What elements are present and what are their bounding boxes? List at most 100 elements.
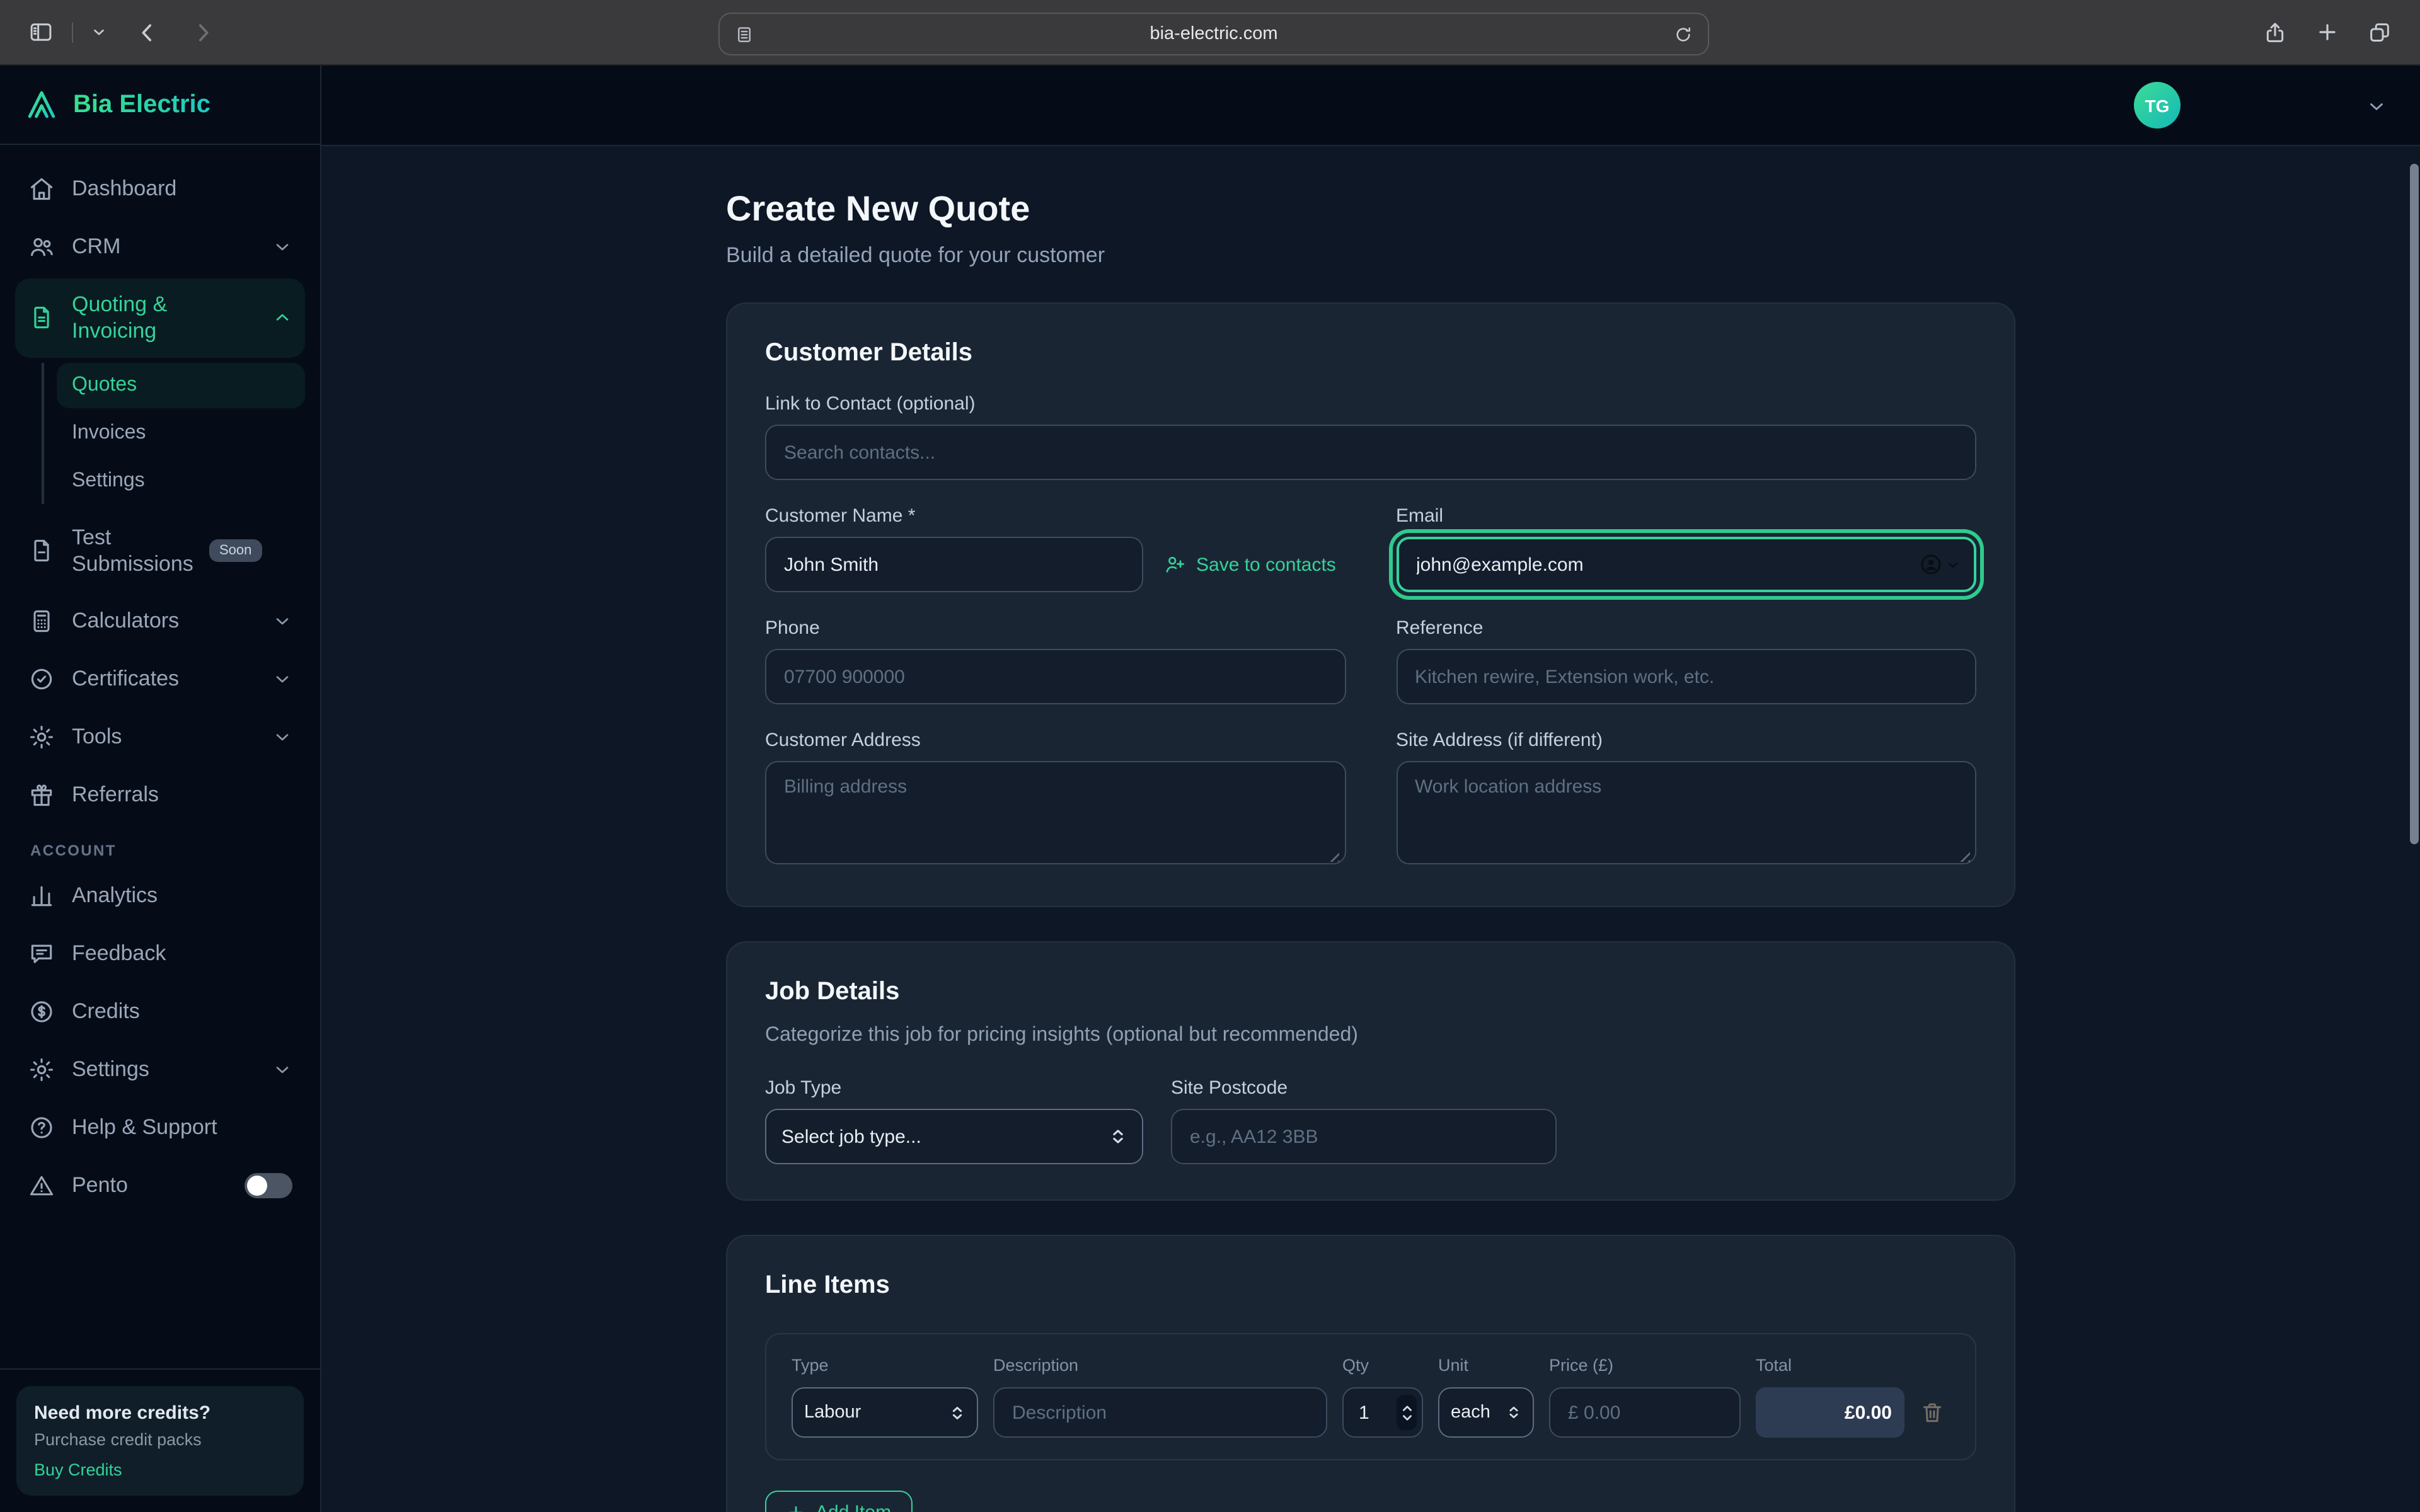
select-chevrons-icon <box>949 1404 965 1421</box>
submenu-item-quotes[interactable]: Quotes <box>57 362 305 408</box>
trash-icon[interactable] <box>1920 1400 1950 1425</box>
page-icon[interactable] <box>735 25 754 43</box>
chevron-down-icon <box>272 611 292 631</box>
job-type-select[interactable]: Select job type... <box>765 1109 1143 1164</box>
save-to-contacts-link[interactable]: Save to contacts <box>1163 553 1336 576</box>
col-total: Total <box>1756 1356 1904 1375</box>
link-contact-label: Link to Contact (optional) <box>765 393 1976 415</box>
sidebar-item-certificates[interactable]: Certificates <box>15 653 305 706</box>
new-tab-icon[interactable] <box>2315 20 2339 44</box>
gear-icon <box>28 723 55 751</box>
customer-address-textarea[interactable] <box>765 761 1345 864</box>
chevron-up-icon <box>272 308 292 328</box>
col-description: Description <box>993 1356 1327 1375</box>
chevron-down-icon <box>272 727 292 747</box>
user-plus-icon <box>1163 553 1186 576</box>
credits-box: Need more credits? Purchase credit packs… <box>16 1386 304 1496</box>
sidebar-item-test-submissions[interactable]: Test Submissions Soon <box>15 511 305 590</box>
customer-details-card: Customer Details Link to Contact (option… <box>726 302 2015 907</box>
sidebar-item-credits[interactable]: Credits <box>15 985 305 1038</box>
page-subtitle: Build a detailed quote for your customer <box>726 243 2015 268</box>
credits-title: Need more credits? <box>34 1402 286 1424</box>
site-address-textarea[interactable] <box>1396 761 1976 864</box>
message-icon <box>28 940 55 968</box>
item-total: £0.00 <box>1756 1387 1904 1438</box>
submenu-item-settings[interactable]: Settings <box>57 458 305 503</box>
site-postcode-label: Site Postcode <box>1171 1077 1557 1099</box>
page-title: Create New Quote <box>726 189 2015 229</box>
reload-icon[interactable] <box>1674 25 1693 43</box>
qty-stepper[interactable] <box>1397 1395 1417 1430</box>
warning-icon <box>28 1172 55 1200</box>
help-icon <box>28 1114 55 1142</box>
contact-autofill-icon[interactable] <box>1918 552 1960 577</box>
sidebar-item-pento[interactable]: Pento <box>15 1159 305 1212</box>
reference-input[interactable] <box>1396 649 1976 704</box>
scrollbar-thumb[interactable] <box>2410 164 2419 844</box>
sidebar-item-help-support[interactable]: Help & Support <box>15 1101 305 1154</box>
credits-subtitle: Purchase credit packs <box>34 1430 286 1449</box>
chevron-down-icon[interactable] <box>91 24 107 40</box>
line-items-heading: Line Items <box>765 1271 1976 1300</box>
chevron-down-icon[interactable] <box>2366 96 2387 117</box>
col-type: Type <box>792 1356 978 1375</box>
submenu-item-invoices[interactable]: Invoices <box>57 410 305 455</box>
email-input[interactable] <box>1396 537 1976 592</box>
chevron-down-icon <box>272 237 292 257</box>
buy-credits-link[interactable]: Buy Credits <box>34 1460 286 1479</box>
customer-address-label: Customer Address <box>765 730 1345 751</box>
customer-name-input[interactable] <box>765 537 1143 592</box>
item-description-input[interactable] <box>993 1387 1327 1438</box>
col-unit: Unit <box>1438 1356 1534 1375</box>
plus-icon <box>786 1503 805 1512</box>
credits-footer: Need more credits? Purchase credit packs… <box>0 1368 320 1512</box>
brand[interactable]: Bia Electric <box>0 66 320 145</box>
tabs-icon[interactable] <box>2367 20 2392 45</box>
item-unit-select[interactable]: each <box>1438 1387 1534 1438</box>
add-item-button[interactable]: Add Item <box>765 1491 913 1512</box>
job-details-heading: Job Details <box>765 978 1976 1007</box>
sidebar-item-tools[interactable]: Tools <box>15 711 305 764</box>
job-details-subtitle: Categorize this job for pricing insights… <box>765 1024 1976 1047</box>
sidebar-item-settings[interactable]: Settings <box>15 1043 305 1096</box>
customer-details-heading: Customer Details <box>765 339 1976 368</box>
sidebar-panel-icon[interactable] <box>28 19 54 45</box>
back-icon[interactable] <box>135 20 160 45</box>
item-type-select[interactable]: Labour <box>792 1387 978 1438</box>
pento-toggle[interactable] <box>245 1173 292 1198</box>
topbar: TG <box>321 66 2420 146</box>
home-icon <box>28 175 55 203</box>
item-price-input[interactable] <box>1549 1387 1741 1438</box>
reference-label: Reference <box>1396 617 1976 639</box>
calculator-icon <box>28 607 55 635</box>
line-items-card: Line Items Type Description Qty Unit Pri… <box>726 1235 2015 1512</box>
chevron-down-icon <box>272 1060 292 1080</box>
line-item-columns: Type Description Qty Unit Price (£) Tota… <box>792 1356 1950 1375</box>
sidebar-item-quoting-invoicing[interactable]: Quoting & Invoicing <box>15 278 305 357</box>
sidebar-item-analytics[interactable]: Analytics <box>15 869 305 922</box>
brand-name: Bia Electric <box>73 90 210 119</box>
search-contacts-input[interactable] <box>765 425 1976 480</box>
sidebar: Bia Electric Dashboard CRM Quoting & Inv… <box>0 66 321 1512</box>
site-postcode-input[interactable] <box>1171 1109 1557 1164</box>
url-bar[interactable]: bia-electric.com <box>718 13 1709 55</box>
sidebar-item-feedback[interactable]: Feedback <box>15 927 305 980</box>
forward-icon[interactable] <box>190 20 216 45</box>
dollar-icon <box>28 998 55 1026</box>
main-content: Create New Quote Build a detailed quote … <box>321 146 2420 1512</box>
sidebar-item-dashboard[interactable]: Dashboard <box>15 163 305 215</box>
gift-icon <box>28 781 55 809</box>
phone-input[interactable] <box>765 649 1345 704</box>
avatar[interactable]: TG <box>2134 82 2181 129</box>
select-chevrons-icon <box>1109 1128 1127 1145</box>
logo-icon <box>23 86 60 123</box>
sidebar-item-crm[interactable]: CRM <box>15 220 305 273</box>
sidebar-item-referrals[interactable]: Referrals <box>15 769 305 822</box>
badge-check-icon <box>28 665 55 693</box>
sidebar-item-calculators[interactable]: Calculators <box>15 595 305 648</box>
gear-icon <box>28 1056 55 1084</box>
bar-chart-icon <box>28 882 55 910</box>
site-address-label: Site Address (if different) <box>1396 730 1976 751</box>
line-item-row: Type Description Qty Unit Price (£) Tota… <box>765 1333 1976 1460</box>
share-icon[interactable] <box>2262 20 2288 45</box>
